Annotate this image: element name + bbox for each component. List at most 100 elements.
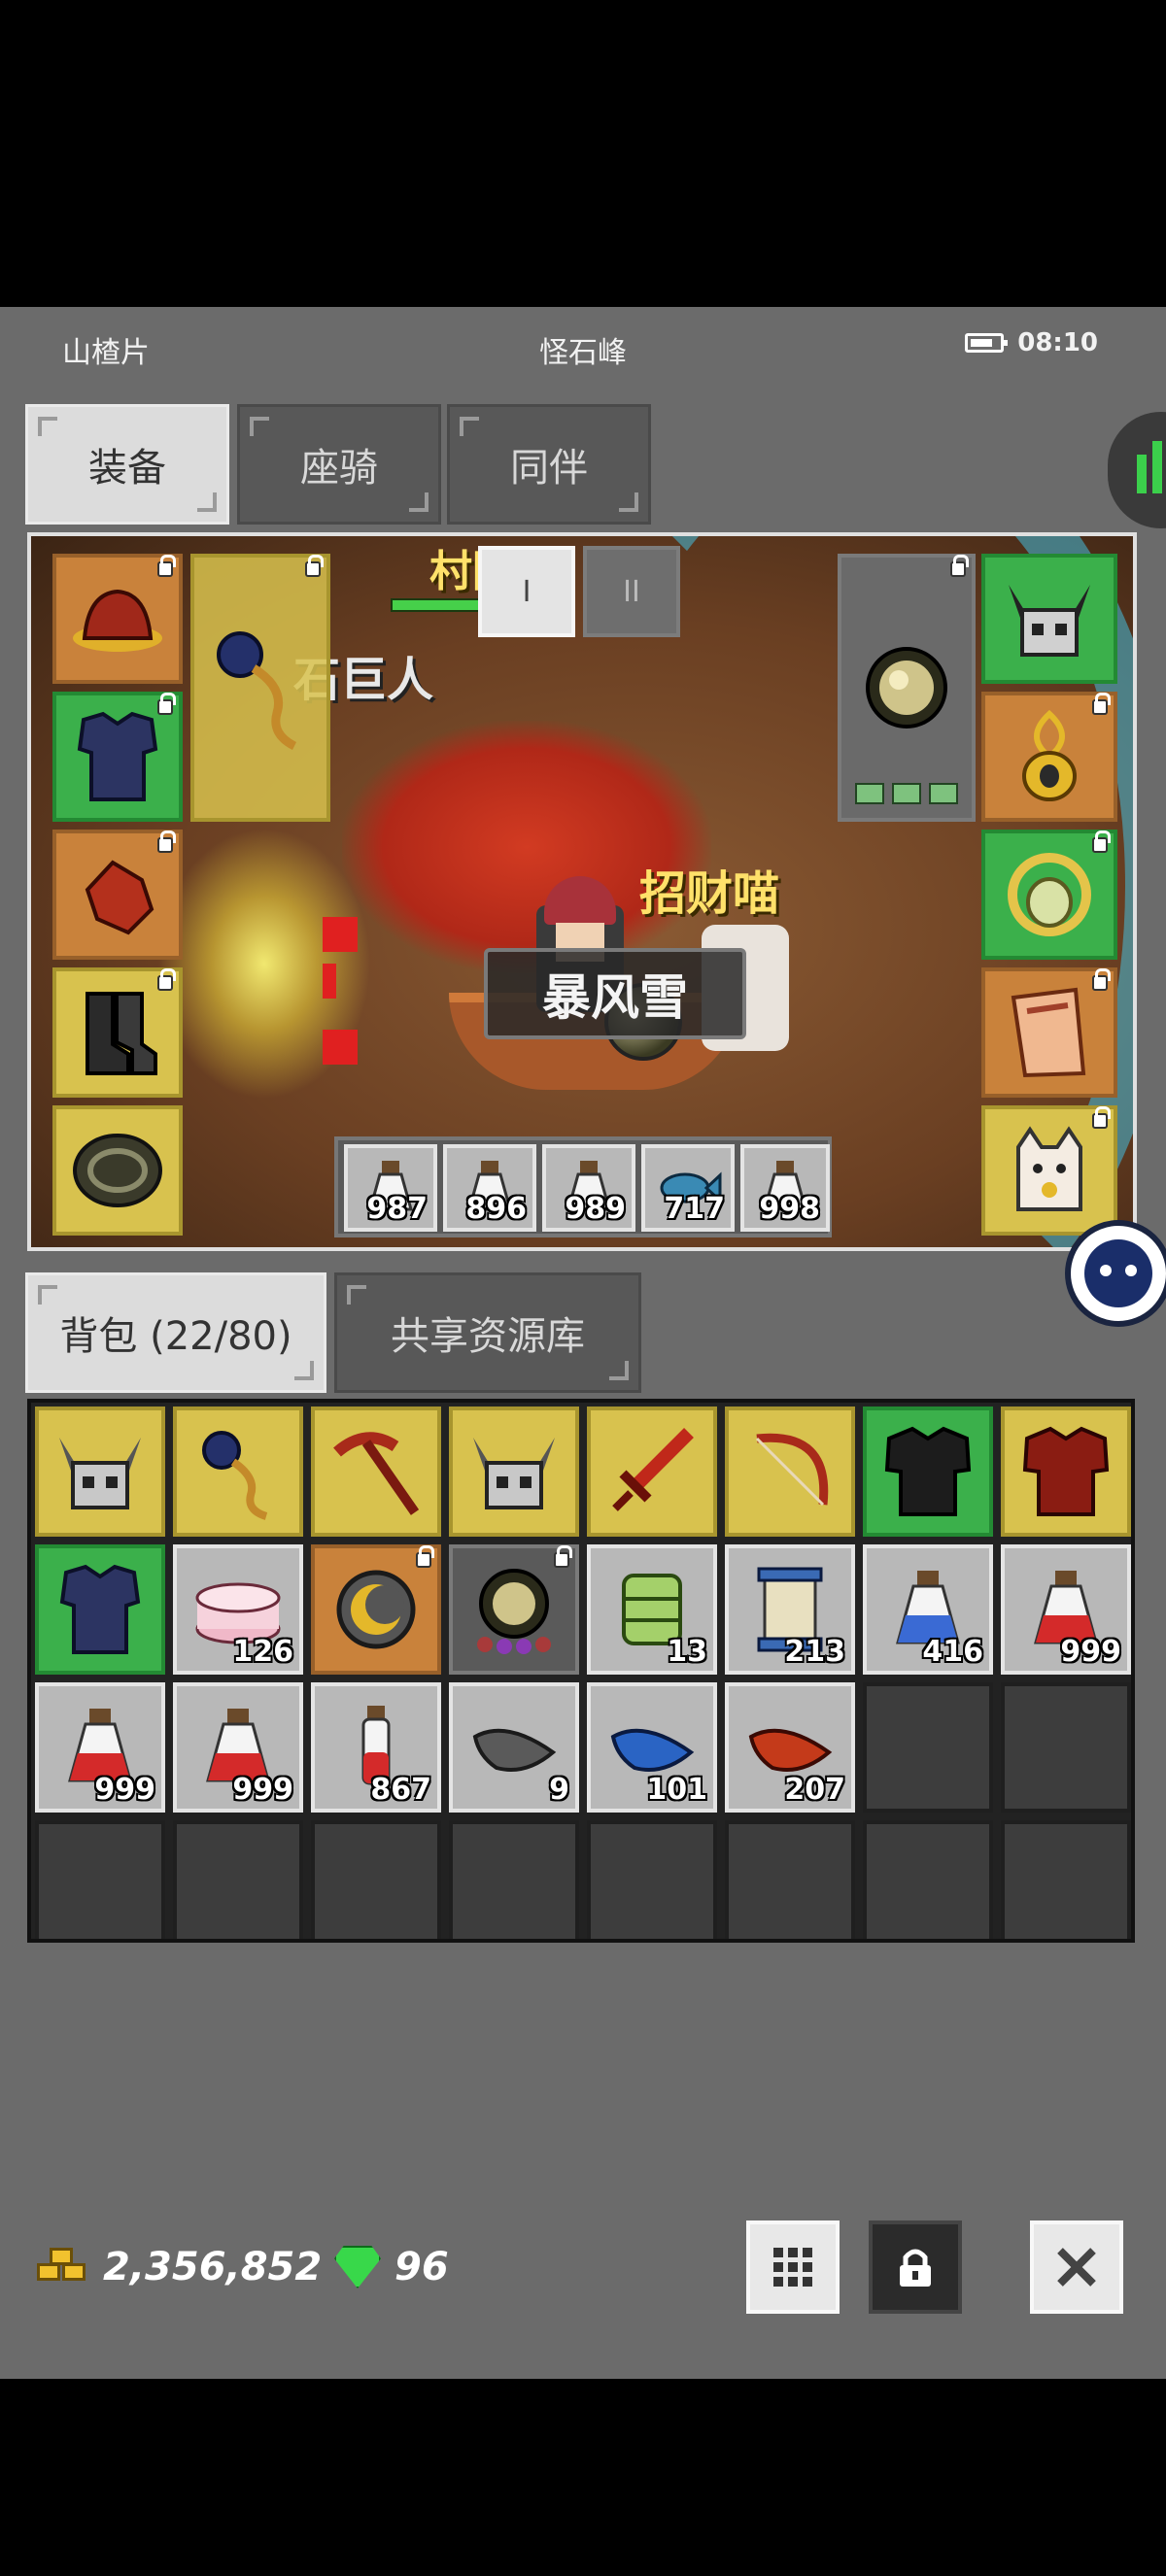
red-bow-icon	[755, 1433, 829, 1507]
inventory-slot-empty[interactable]	[173, 1820, 303, 1939]
equip-slot-cloak[interactable]	[981, 967, 1117, 1098]
blue-armor-icon	[59, 1564, 141, 1654]
blue-feather-icon	[610, 1728, 695, 1772]
gold-ring-icon	[1008, 853, 1091, 936]
inventory-slot-empty[interactable]	[35, 1820, 165, 1939]
equip-slot-head[interactable]	[52, 554, 183, 684]
equip-slot-ring[interactable]	[981, 830, 1117, 960]
gem-display: 96	[334, 2228, 449, 2306]
assistant-button[interactable]	[1065, 1220, 1166, 1327]
inventory-slot[interactable]	[311, 1544, 441, 1675]
tab-mount-label: 座骑	[300, 446, 378, 491]
close-button[interactable]	[1030, 2220, 1123, 2314]
inventory-grid: 126 13 213 416 999 999 999 867 9 101 207	[27, 1399, 1135, 1943]
inventory-slot[interactable]	[449, 1407, 579, 1537]
inventory-slot-empty[interactable]	[587, 1820, 717, 1939]
gold-amount: 2,356,852	[103, 2245, 323, 2289]
inventory-slot[interactable]: 9	[449, 1682, 579, 1813]
inventory-slot[interactable]: 999	[173, 1682, 303, 1813]
inventory-slot-empty[interactable]	[863, 1682, 993, 1813]
lock-icon	[157, 830, 176, 853]
item-count: 126	[232, 1635, 293, 1669]
inventory-slot-empty[interactable]	[1001, 1820, 1131, 1939]
equip-slot-charm[interactable]	[981, 1105, 1117, 1236]
inventory-slot-empty[interactable]	[311, 1820, 441, 1939]
equip-slot-gloves[interactable]	[52, 830, 183, 960]
lock-icon	[950, 555, 969, 577]
item-count: 999	[232, 1773, 293, 1807]
lock-icon	[157, 693, 176, 715]
inventory-slot[interactable]	[173, 1407, 303, 1537]
blue-staff-icon	[217, 631, 297, 751]
quick-slot-3[interactable]: 989	[542, 1144, 635, 1232]
inventory-slot[interactable]: 416	[863, 1544, 993, 1675]
wallet-bar: 2,356,852 96	[0, 2207, 1166, 2333]
inventory-slot[interactable]: 101	[587, 1682, 717, 1813]
tab-companion-label: 同伴	[510, 446, 588, 491]
tab-backpack-label: 背包 (22/80)	[59, 1314, 292, 1359]
quick-slot-count: 896	[465, 1192, 527, 1226]
lane-button-2[interactable]: II	[583, 546, 680, 637]
gold-moon-disc-icon	[336, 1570, 416, 1649]
quick-slot-2[interactable]: 896	[443, 1144, 536, 1232]
lock-toggle-button[interactable]	[869, 2220, 962, 2314]
inventory-slot-empty[interactable]	[1001, 1682, 1131, 1813]
status-bar: 山楂片 怪石峰 08:10	[0, 307, 1166, 385]
quick-slot-1[interactable]: 987	[344, 1144, 437, 1232]
inventory-slot[interactable]: 13	[587, 1544, 717, 1675]
lock-icon	[1092, 968, 1111, 991]
item-count: 416	[922, 1635, 983, 1669]
inventory-slot[interactable]	[863, 1407, 993, 1537]
skill-name: 暴风雪	[542, 969, 688, 1026]
red-effect	[323, 917, 358, 952]
lane-button-1[interactable]: I	[478, 546, 575, 637]
side-menu-handle[interactable]	[1108, 412, 1166, 528]
padlock-icon	[900, 2249, 931, 2287]
inventory-slot[interactable]	[35, 1544, 165, 1675]
lock-icon	[1092, 1106, 1111, 1129]
coiled-belt-icon	[73, 1134, 162, 1207]
lane-button-2-label: II	[623, 574, 640, 609]
inventory-slot[interactable]: 999	[35, 1682, 165, 1813]
item-count: 13	[667, 1635, 707, 1669]
inventory-slot[interactable]	[311, 1407, 441, 1537]
equip-slot-weapon[interactable]	[190, 554, 330, 822]
lock-icon	[305, 555, 324, 577]
quick-slot-4[interactable]: 717	[641, 1144, 735, 1232]
tab-mount[interactable]: 座骑	[237, 404, 441, 525]
inventory-slot[interactable]: 126	[173, 1544, 303, 1675]
inventory-slot[interactable]: 207	[725, 1682, 855, 1813]
inventory-slot[interactable]	[35, 1407, 165, 1537]
black-boots-icon	[86, 992, 157, 1075]
equip-slot-boots[interactable]	[52, 967, 183, 1098]
inventory-slot[interactable]	[725, 1407, 855, 1537]
inventory-slot[interactable]: 867	[311, 1682, 441, 1813]
grid-icon	[773, 2248, 812, 2287]
inventory-slot[interactable]: 213	[725, 1544, 855, 1675]
equip-slot-amulet[interactable]	[981, 692, 1117, 822]
inventory-slot[interactable]	[1001, 1407, 1131, 1537]
equip-slot-armor[interactable]	[52, 692, 183, 822]
tab-equipment[interactable]: 装备	[25, 404, 229, 525]
inventory-slot-empty[interactable]	[449, 1820, 579, 1939]
equip-slot-offhand[interactable]	[838, 554, 976, 822]
equip-slot-belt[interactable]	[52, 1105, 183, 1236]
scroll-cloak-icon	[1011, 987, 1086, 1078]
inventory-slot[interactable]: 999	[1001, 1544, 1131, 1675]
inventory-slot[interactable]	[449, 1544, 579, 1675]
tab-companion[interactable]: 同伴	[447, 404, 651, 525]
battery-icon	[965, 333, 1009, 353]
red-pickaxe-icon	[333, 1432, 420, 1515]
lock-icon	[157, 968, 176, 991]
equip-slot-helm[interactable]	[981, 554, 1117, 684]
quick-slot-5[interactable]: 998	[740, 1144, 830, 1232]
tab-backpack[interactable]: 背包 (22/80)	[25, 1272, 326, 1393]
lock-icon	[1092, 830, 1111, 853]
inventory-slot-empty[interactable]	[863, 1820, 993, 1939]
sort-grid-button[interactable]	[746, 2220, 840, 2314]
inventory-slot[interactable]	[587, 1407, 717, 1537]
status-right: 08:10	[965, 328, 1098, 357]
gem-icon	[929, 783, 958, 804]
tab-shared-storage[interactable]: 共享资源库	[334, 1272, 641, 1393]
inventory-slot-empty[interactable]	[725, 1820, 855, 1939]
